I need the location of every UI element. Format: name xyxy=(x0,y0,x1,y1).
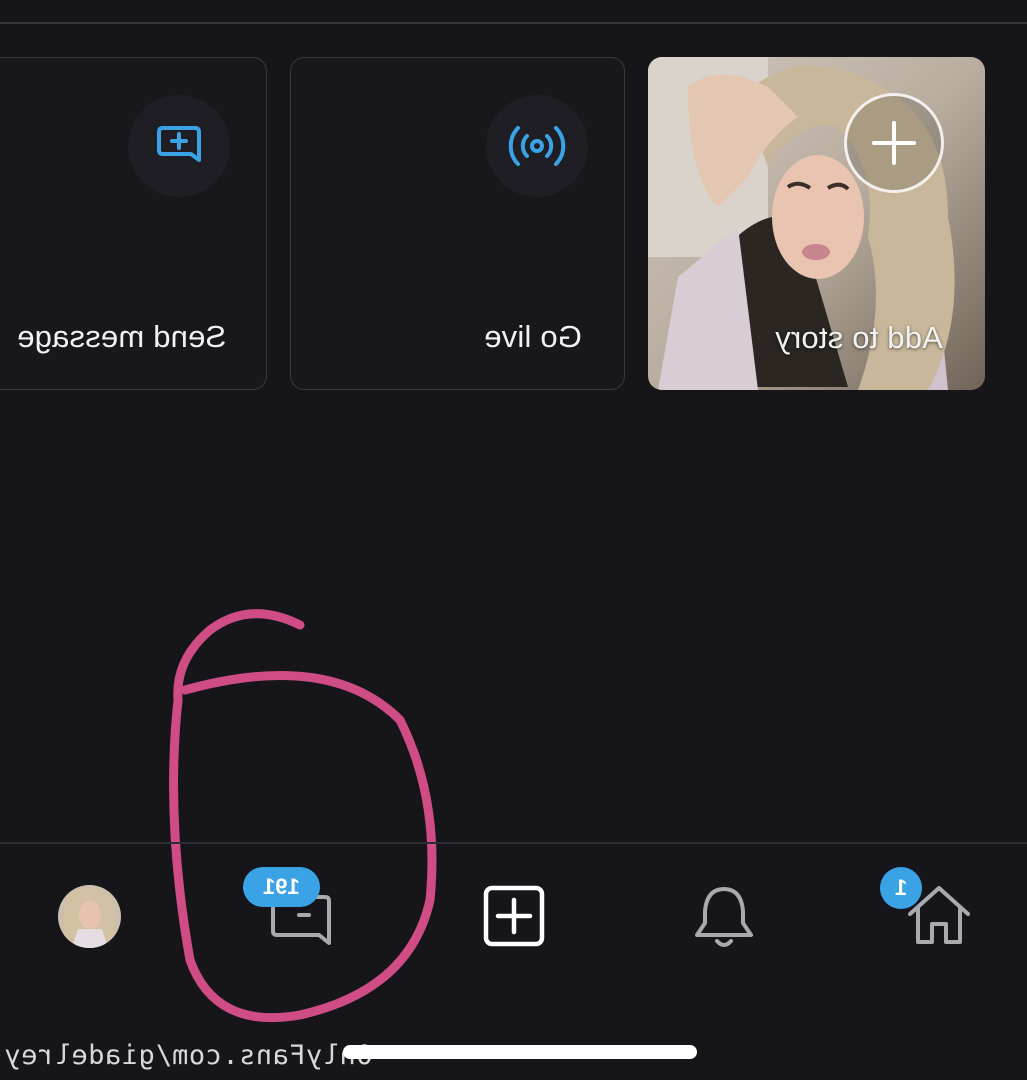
watermark-text: OnlyFans.com/giadelrey xyxy=(4,1040,373,1071)
nav-notifications[interactable] xyxy=(688,880,760,952)
bell-icon xyxy=(695,887,753,947)
plus-square-icon xyxy=(483,885,545,947)
nav-create-post[interactable] xyxy=(480,882,548,950)
add-to-story-card[interactable]: Add to story xyxy=(648,57,985,390)
send-message-icon-circle xyxy=(128,95,230,197)
broadcast-icon xyxy=(508,126,566,166)
go-live-card[interactable]: Go live xyxy=(290,57,625,390)
home-indicator[interactable] xyxy=(343,1045,697,1059)
bottom-nav-divider xyxy=(0,842,1027,844)
home-badge: 1 xyxy=(880,867,922,909)
send-message-card[interactable]: Send message xyxy=(0,57,267,390)
new-message-icon xyxy=(157,126,201,162)
add-story-button[interactable] xyxy=(844,93,944,193)
nav-profile-avatar[interactable] xyxy=(58,885,121,948)
go-live-label: Go live xyxy=(484,319,582,354)
add-to-story-label: Add to story xyxy=(775,320,943,355)
go-live-icon-circle xyxy=(486,95,588,197)
top-divider xyxy=(0,22,1027,24)
send-message-label: Send message xyxy=(16,319,226,354)
messages-badge: 191 xyxy=(243,867,320,907)
plus-icon xyxy=(872,121,916,165)
avatar xyxy=(58,885,121,948)
